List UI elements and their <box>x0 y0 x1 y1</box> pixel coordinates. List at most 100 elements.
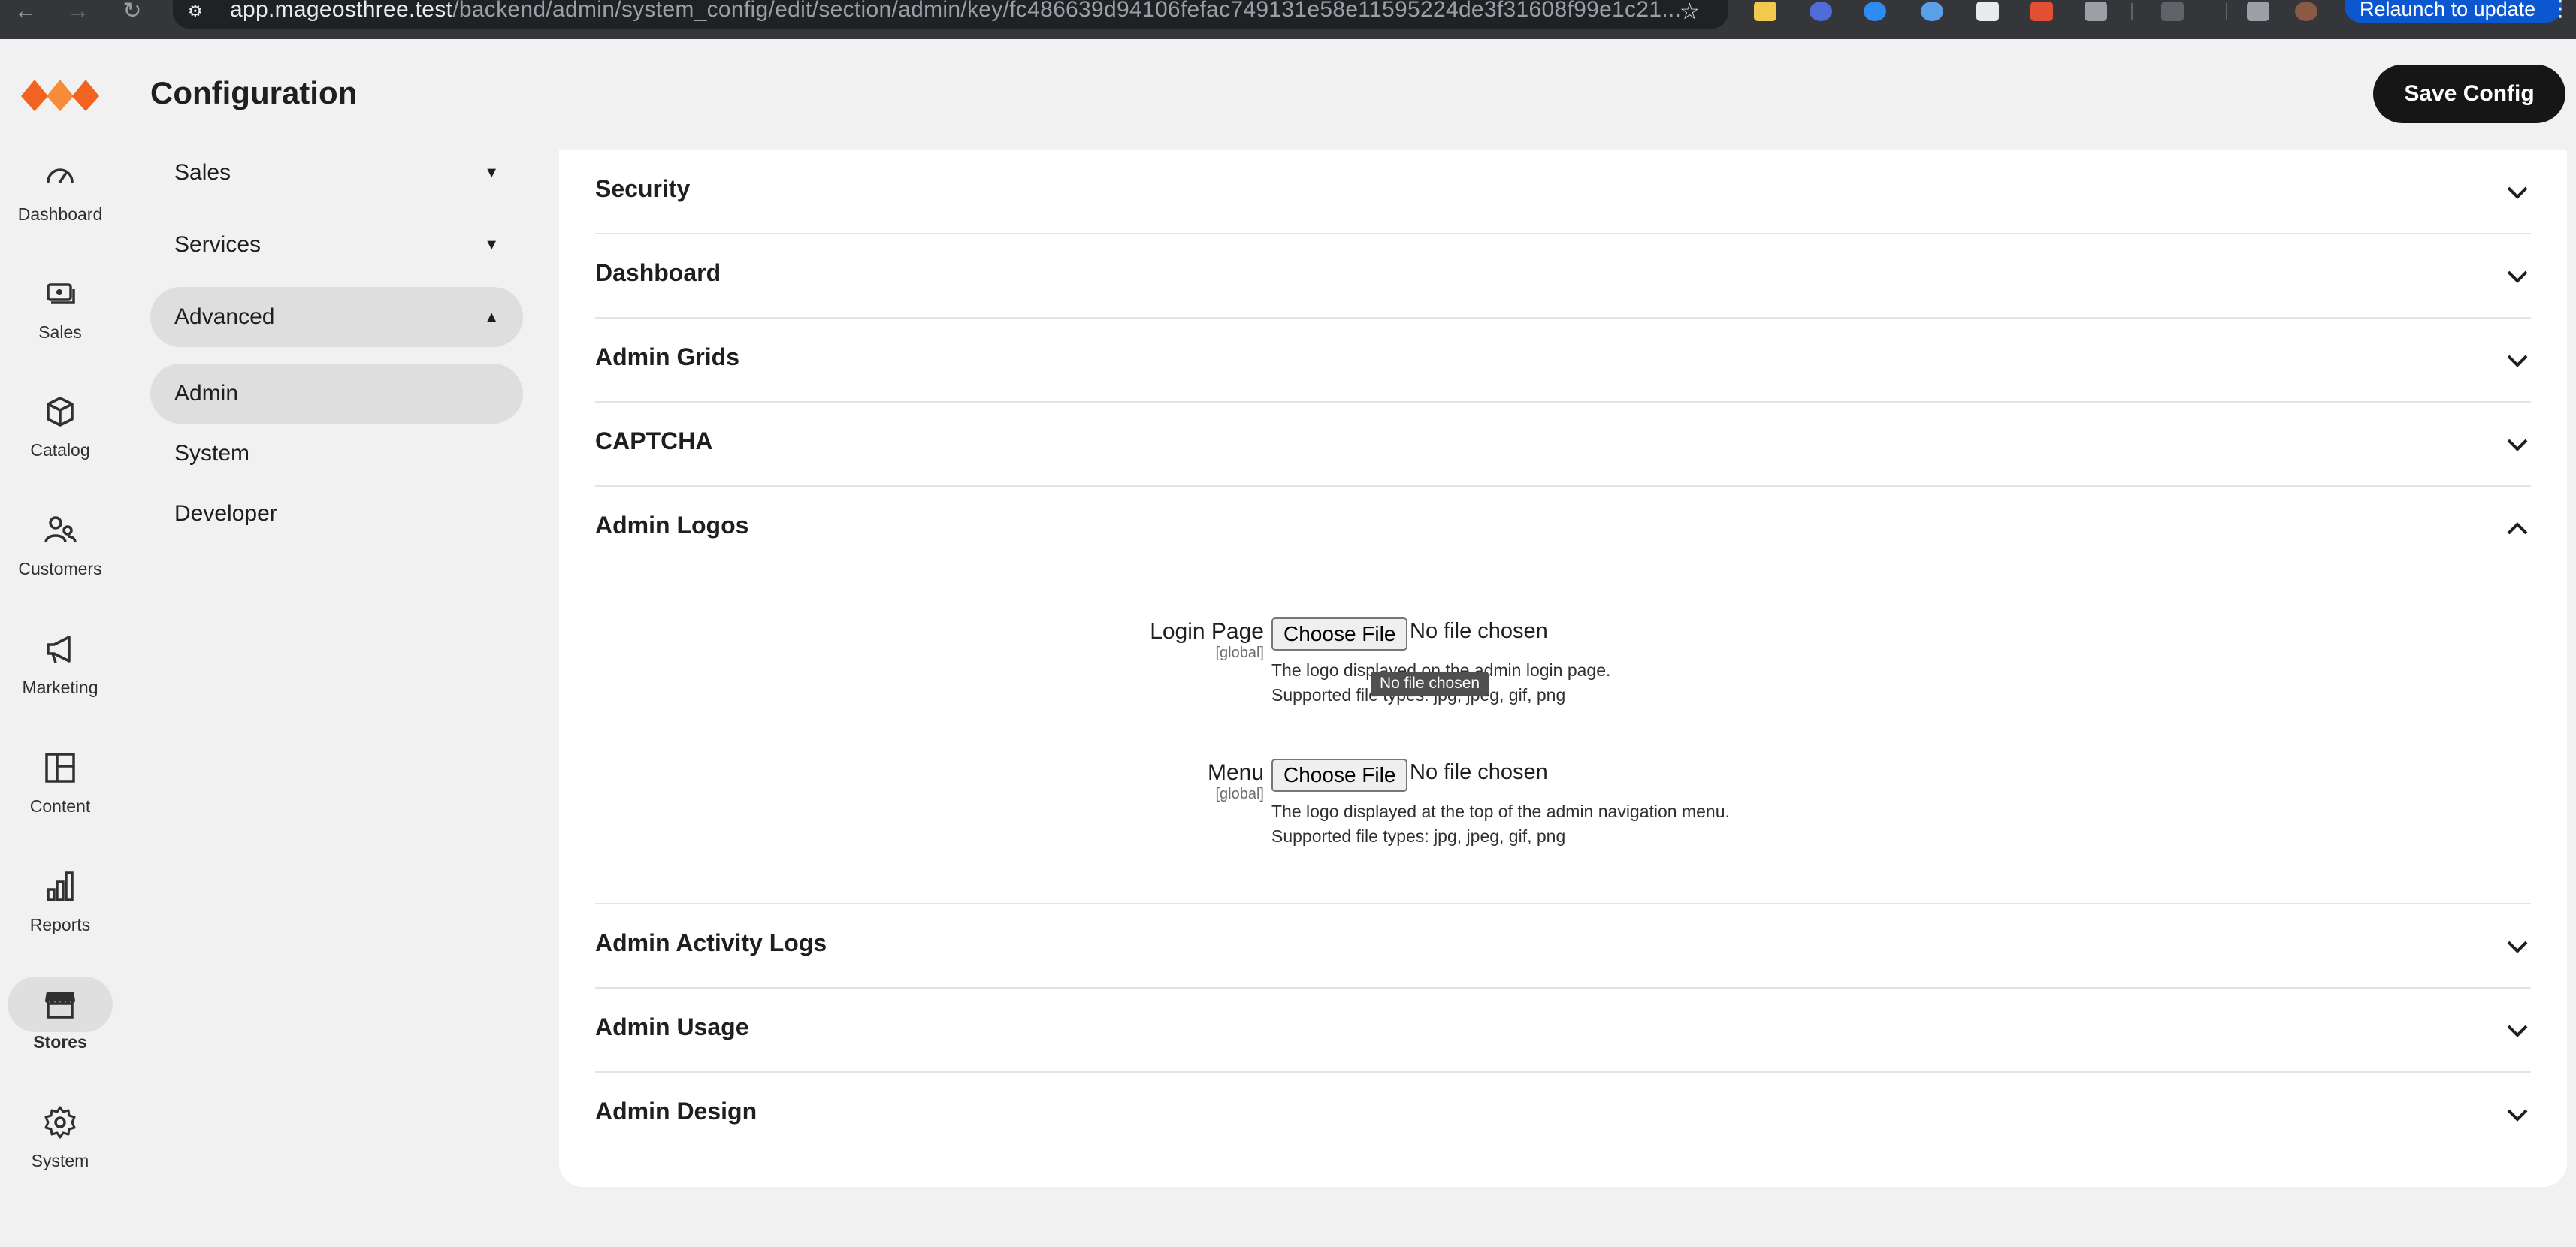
group-title: Admin Grids <box>595 343 740 370</box>
relaunch-button[interactable]: Relaunch to update <box>2345 0 2562 23</box>
rail-item-marketing[interactable]: Marketing <box>8 617 113 715</box>
extension-icon[interactable] <box>2030 2 2053 21</box>
group-admin-activity-logs[interactable]: Admin Activity Logs <box>595 904 2531 989</box>
group-title: CAPTCHA <box>595 427 713 454</box>
rail-item-customers[interactable]: Customers <box>8 499 113 596</box>
nav-item-admin[interactable]: Admin <box>150 364 523 424</box>
site-settings-icon[interactable]: ⚙ <box>188 3 207 20</box>
bookmark-star-icon[interactable]: ☆ <box>1680 0 1700 25</box>
address-bar[interactable]: ⚙ app.mageosthree.test/backend/admin/sys… <box>173 0 1728 29</box>
rail-item-catalog[interactable]: Catalog <box>8 380 113 478</box>
save-config-button[interactable]: Save Config <box>2373 65 2565 123</box>
group-dashboard[interactable]: Dashboard <box>595 234 2531 319</box>
reading-mode-icon[interactable] <box>2161 2 2184 21</box>
toolbar-divider <box>2226 3 2227 20</box>
reports-icon <box>47 871 74 901</box>
page-title: Configuration <box>150 75 358 110</box>
chevron-down-icon[interactable] <box>2504 1101 2531 1128</box>
url-text[interactable]: app.mageosthree.test/backend/admin/syste… <box>230 0 1681 23</box>
nav-group-label: Advanced <box>174 304 275 329</box>
scope-label: [global] <box>1215 645 1265 661</box>
nav-item-system[interactable]: System <box>150 424 523 484</box>
profile-avatar[interactable] <box>2295 2 2317 21</box>
browser-toolbar: ← → ↻ ⚙ app.mageosthree.test/backend/adm… <box>0 0 2576 39</box>
group-title: Security <box>595 175 691 202</box>
content-icon <box>45 753 75 783</box>
nav-item-developer[interactable]: Developer <box>150 484 523 544</box>
extension-icon[interactable] <box>1754 2 1776 21</box>
nav-group-sales[interactable]: Sales ▼ <box>150 143 523 203</box>
rail-item-label: Sales <box>38 322 82 342</box>
caret-down-icon: ▼ <box>484 165 499 181</box>
group-title: Admin Usage <box>595 1013 749 1040</box>
marketing-icon <box>47 636 71 663</box>
group-captcha[interactable]: CAPTCHA <box>595 403 2531 487</box>
gear-icon <box>44 1106 76 1139</box>
chevron-down-icon[interactable] <box>2504 1017 2531 1044</box>
group-title: Admin Design <box>595 1098 757 1125</box>
chevron-down-icon[interactable] <box>2504 179 2531 206</box>
catalog-icon <box>47 397 74 427</box>
extension-icon[interactable] <box>1921 2 1943 21</box>
extension-icon[interactable] <box>1976 2 1999 21</box>
extensions-puzzle-icon[interactable] <box>2085 2 2107 21</box>
back-arrow-icon[interactable]: ← <box>11 0 41 33</box>
menu-logo-choose-file-button[interactable]: Choose File <box>1271 759 1408 792</box>
chevron-up-icon[interactable] <box>2504 515 2531 542</box>
customers-icon <box>44 516 77 543</box>
rail-item-label: Stores <box>33 1032 87 1052</box>
config-panel: Security Dashboard Admin Grids CAPTCHA A… <box>559 150 2567 1187</box>
group-security[interactable]: Security <box>595 150 2531 234</box>
chevron-down-icon[interactable] <box>2504 347 2531 374</box>
nav-group-advanced[interactable]: Advanced ▲ <box>150 287 523 347</box>
rail-item-label: Marketing <box>22 678 98 697</box>
chevron-down-icon[interactable] <box>2504 431 2531 458</box>
group-admin-usage[interactable]: Admin Usage <box>595 989 2531 1073</box>
group-title: Admin Activity Logs <box>595 929 827 956</box>
reload-icon[interactable]: ↻ <box>117 0 147 33</box>
mage-os-logo-icon[interactable] <box>21 74 99 114</box>
rail-item-reports[interactable]: Reports <box>8 855 113 953</box>
dashboard-icon <box>47 168 74 183</box>
admin-menu-rail: Dashboard Sales Catalog Customers Market… <box>0 39 120 1247</box>
extension-icon[interactable] <box>1864 2 1886 21</box>
group-admin-grids[interactable]: Admin Grids <box>595 319 2531 403</box>
rail-item-label: Reports <box>29 915 91 934</box>
rail-item-stores[interactable]: Stores <box>8 972 113 1070</box>
rail-item-system[interactable]: System <box>8 1091 113 1188</box>
file-tooltip: No file chosen <box>1371 672 1489 696</box>
rail-item-sales[interactable]: Sales <box>8 262 113 360</box>
rail-item-label: Catalog <box>30 440 90 460</box>
forward-arrow-icon[interactable]: → <box>63 0 93 33</box>
nav-group-label: Services <box>174 232 262 257</box>
login-page-label: Login Page <box>1150 619 1264 644</box>
group-title: Dashboard <box>595 259 721 286</box>
scope-label: [global] <box>1215 786 1265 802</box>
sales-icon <box>47 283 75 304</box>
extension-icon[interactable] <box>1810 2 1832 21</box>
rail-item-label: Content <box>29 796 91 816</box>
field-note: Supported file types: jpg, jpeg, gif, pn… <box>1271 826 1566 846</box>
chevron-down-icon[interactable] <box>2504 263 2531 290</box>
rail-item-dashboard[interactable]: Dashboard <box>8 144 113 242</box>
field-note: The logo displayed at the top of the adm… <box>1271 802 1730 821</box>
nav-group-services[interactable]: Services ▼ <box>150 215 523 275</box>
toolbar-divider <box>2131 3 2133 20</box>
rail-item-label: Customers <box>18 559 102 578</box>
stores-icon <box>45 992 75 1019</box>
caret-up-icon: ▲ <box>484 309 499 325</box>
group-admin-logos: Admin Logos Login Page [global] Choose F… <box>595 487 2531 904</box>
rail-item-label: System <box>31 1151 89 1170</box>
file-status-text: No file chosen <box>1410 619 1548 643</box>
rail-item-content[interactable]: Content <box>8 736 113 834</box>
browser-menu-icon[interactable]: ⋮ <box>2549 0 2571 22</box>
menu-logo-label: Menu <box>1207 760 1264 785</box>
group-title[interactable]: Admin Logos <box>595 512 748 539</box>
chevron-down-icon[interactable] <box>2504 933 2531 960</box>
group-admin-design[interactable]: Admin Design <box>595 1073 2531 1157</box>
download-icon[interactable] <box>2247 2 2269 21</box>
rail-item-label: Dashboard <box>17 204 103 224</box>
file-status-text: No file chosen <box>1410 760 1548 784</box>
nav-group-label: Sales <box>174 160 231 185</box>
login-logo-choose-file-button[interactable]: Choose File <box>1271 617 1408 651</box>
